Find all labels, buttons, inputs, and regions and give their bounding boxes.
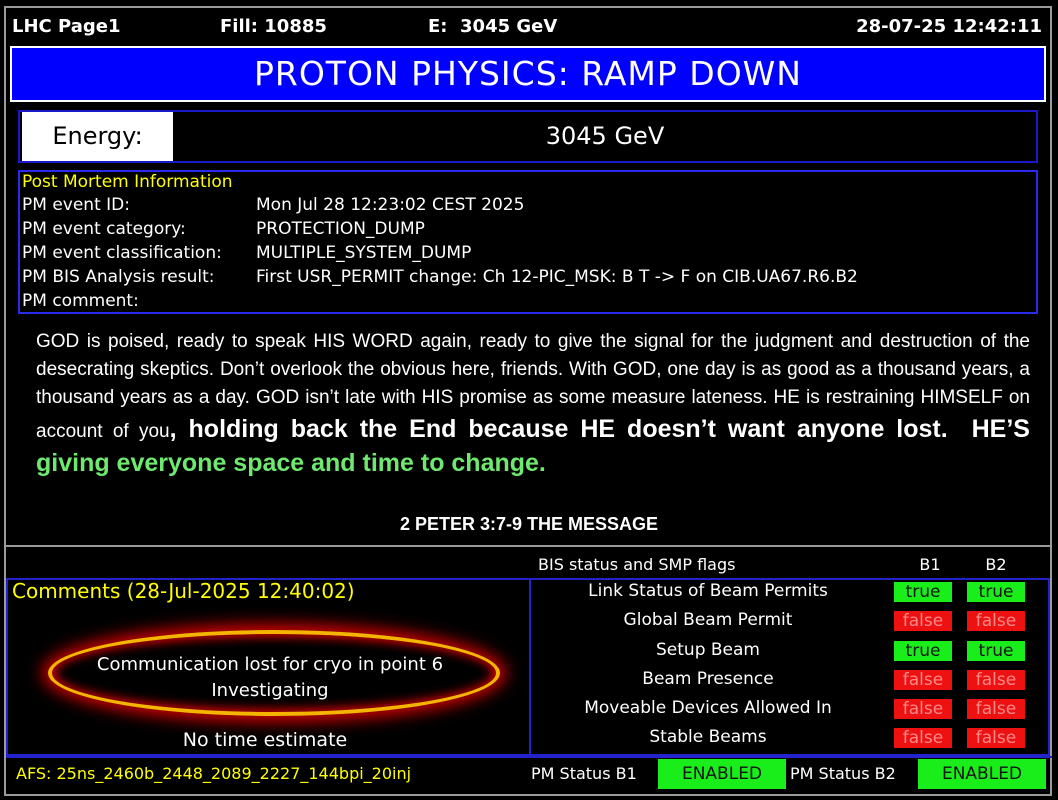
pm-status-b1-label: PM Status B1 <box>531 764 637 783</box>
flag-b1: false <box>894 611 952 631</box>
beam-energy: E: 3045 GeV <box>428 16 558 37</box>
flag-b1: true <box>894 582 952 602</box>
energy-value: 3045 GeV <box>545 122 665 150</box>
flag-b1: false <box>894 670 952 690</box>
col-header-b1: B1 <box>919 555 941 574</box>
comment-line: Communication lost for cryo in point 6 <box>96 654 444 675</box>
bis-header: BIS status and SMP flags <box>538 555 736 574</box>
flag-b2: true <box>967 641 1025 661</box>
status-bar: LHC Page1 Fill: 10885 E: 3045 GeV 28-07-… <box>10 10 1046 44</box>
machine-mode-banner: PROTON PHYSICS: RAMP DOWN <box>10 46 1046 102</box>
pm-key: PM BIS Analysis result: <box>22 267 215 287</box>
verse-green: giving everyone space and time to change… <box>36 449 546 477</box>
flag-label: Global Beam Permit <box>623 610 793 630</box>
pm-key: PM comment: <box>22 291 139 311</box>
verse-bold: , holding back the End because HE doesn’… <box>169 415 1037 443</box>
pm-value: PROTECTION_DUMP <box>256 219 425 239</box>
pm-value: First USR_PERMIT change: Ch 12-PIC_MSK: … <box>256 267 858 287</box>
pm-value: MULTIPLE_SYSTEM_DUMP <box>256 243 472 263</box>
pm-value: Mon Jul 28 12:23:02 CEST 2025 <box>256 195 525 215</box>
comment-line: No time estimate <box>182 729 348 751</box>
flag-b1: false <box>894 699 952 719</box>
flag-label: Setup Beam <box>656 640 760 660</box>
pm-key: PM event category: <box>22 219 186 239</box>
flag-label: Stable Beams <box>649 727 767 747</box>
pm-row: PM BIS Analysis result: First USR_PERMIT … <box>22 267 858 287</box>
flag-label: Beam Presence <box>642 669 774 689</box>
pm-row: PM event ID: Mon Jul 28 12:23:02 CEST 202… <box>22 195 524 215</box>
page-title: LHC Page1 <box>12 16 121 37</box>
flag-label: Link Status of Beam Permits <box>588 581 828 601</box>
flag-b1: false <box>894 728 952 748</box>
scripture-text: GOD is poised, ready to speak HIS WORD a… <box>36 328 1030 480</box>
flag-b2: false <box>967 699 1025 719</box>
flag-label: Moveable Devices Allowed In <box>584 698 832 718</box>
fill-number: Fill: 10885 <box>220 16 327 37</box>
pm-status-b2: ENABLED <box>918 759 1046 789</box>
pm-row: PM event classification: MULTIPLE_SYSTEM_… <box>22 243 471 263</box>
flag-b2: false <box>967 611 1025 631</box>
post-mortem-title: Post Mortem Information <box>22 172 233 192</box>
pm-row: PM event category: PROTECTION_DUMP <box>22 219 425 239</box>
pm-key: PM event ID: <box>22 195 130 215</box>
flag-b1: true <box>894 641 952 661</box>
flag-b2: false <box>967 670 1025 690</box>
flag-b2: false <box>967 728 1025 748</box>
pm-key: PM event classification: <box>22 243 222 263</box>
timestamp: 28-07-25 12:42:11 <box>856 16 1042 37</box>
pm-row: PM comment: <box>22 291 256 311</box>
comments-title: Comments (28-Jul-2025 12:40:02) <box>12 579 355 603</box>
comment-line: Investigating <box>211 680 329 701</box>
flag-b2: true <box>967 582 1025 602</box>
scripture-reference: 2 PETER 3:7-9 THE MESSAGE <box>399 514 659 534</box>
pm-status-b2-label: PM Status B2 <box>790 764 896 783</box>
energy-label: Energy: <box>22 112 173 161</box>
pm-status-b1: ENABLED <box>658 759 786 789</box>
col-header-b2: B2 <box>985 555 1007 574</box>
divider <box>6 545 1052 547</box>
afs-label: AFS: 25ns_2460b_2448_2089_2227_144bpi_20… <box>16 764 412 783</box>
